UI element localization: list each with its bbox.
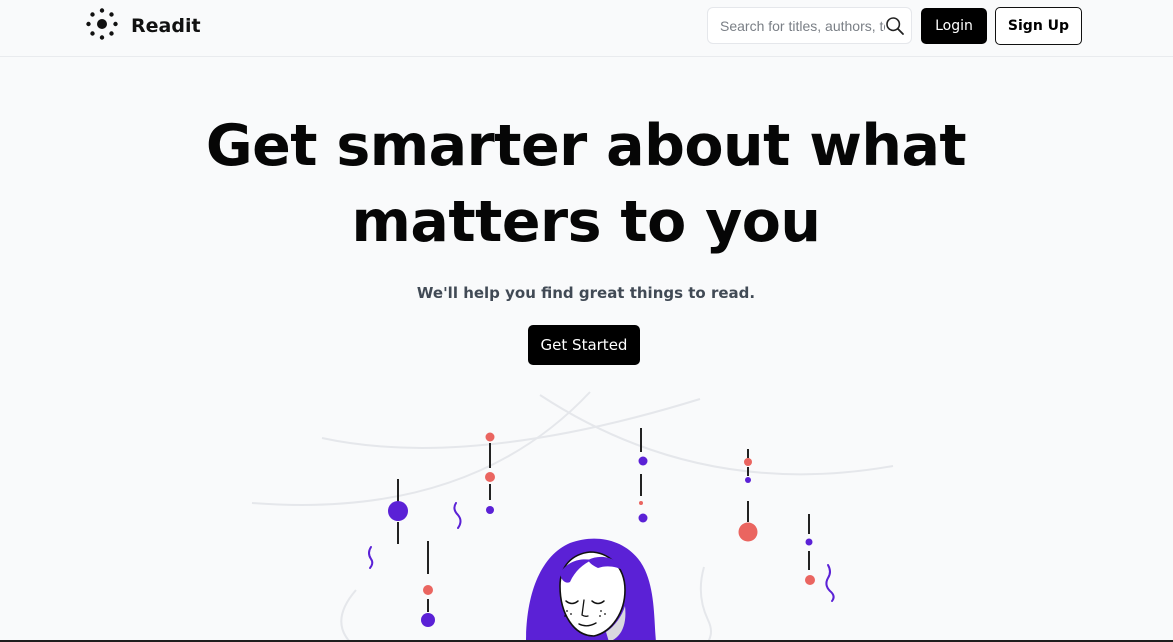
brand-logo-link[interactable]: Readit xyxy=(85,7,201,45)
sun-dots-logo-icon xyxy=(85,7,119,45)
search-input[interactable] xyxy=(720,17,885,34)
top-navigation-bar: Readit Login Sign Up xyxy=(0,0,1173,57)
reading-woman-illustration xyxy=(251,391,894,642)
sign-up-button[interactable]: Sign Up xyxy=(995,7,1082,45)
get-started-button[interactable]: Get Started xyxy=(528,325,640,365)
search-box xyxy=(707,7,912,44)
search-icon[interactable] xyxy=(885,16,905,36)
reading-woman-figure xyxy=(526,538,656,642)
login-button[interactable]: Login xyxy=(921,8,987,44)
hero-subtitle: We'll help you find great things to read… xyxy=(416,284,756,302)
brand-name: Readit xyxy=(131,15,201,37)
hero-title: Get smarter about what matters to you xyxy=(205,113,967,255)
